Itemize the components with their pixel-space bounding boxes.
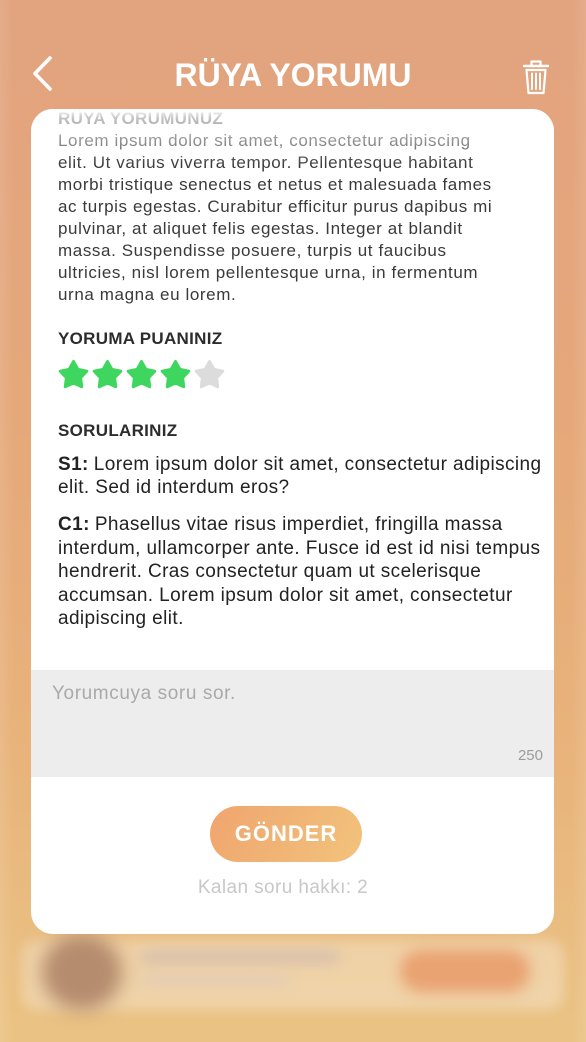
question-line: elit. Sed id interdum eros? (58, 476, 541, 499)
interpretation-line: urna magna eu lorem. (58, 285, 237, 304)
char-counter: 250 (517, 747, 543, 764)
interpretation-line: morbi tristique senectus et netus et mal… (58, 175, 492, 194)
interpretation-line: ultricies, nisl lorem pellentesque urna,… (58, 263, 479, 282)
rating-star (58, 359, 89, 390)
remaining-questions-text: Kalan soru hakkı: 2 (197, 877, 369, 898)
send-button[interactable]: GÖNDER (210, 806, 362, 862)
rating-star (194, 359, 225, 390)
background-edge (572, 0, 586, 1042)
interpretation-text: Lorem ipsum dolor sit amet, consectetur … (58, 130, 492, 306)
blurred-text (140, 974, 290, 986)
question-item: S1: Lorem ipsum dolor sit amet, consectet… (58, 453, 541, 499)
questions-heading: SORULARINIZ (58, 421, 178, 440)
answer-text: interdum, ullamcorper ante. Fusce id est… (58, 537, 541, 559)
interpretation-line: Lorem ipsum dolor sit amet, consectetur … (58, 131, 471, 150)
answer-line: adipiscing elit. (58, 607, 540, 631)
rating-star (126, 359, 157, 390)
blurred-background-item (22, 940, 564, 1010)
answer-text: accumsan. Lorem ipsum dolor sit amet, co… (58, 584, 513, 606)
answer-text: Phasellus vitae risus imperdiet, fringil… (94, 514, 503, 535)
question-text: Lorem ipsum dolor sit amet, consectetur … (93, 454, 542, 475)
star-icon (92, 359, 123, 389)
rating-stars (58, 359, 228, 390)
trash-icon (522, 60, 550, 95)
answer-text: hendrerit. Cras consectetur quam ut scel… (58, 561, 482, 582)
interpretation-line: elit. Ut varius viverra tempor. Pellente… (58, 153, 474, 172)
blurred-avatar (42, 934, 122, 1010)
answer-label: C1: (58, 514, 90, 535)
star-icon (58, 359, 89, 389)
interpretation-line: ac turpis egestas. Curabitur efficitur p… (58, 197, 493, 216)
page-title: RÜYA YORUMU (174, 57, 412, 93)
ask-question-input[interactable] (52, 683, 532, 749)
star-icon (194, 359, 225, 389)
answer-line: C1: Phasellus vitae risus imperdiet, frin… (58, 513, 540, 537)
answer-line: accumsan. Lorem ipsum dolor sit amet, co… (58, 584, 540, 608)
delete-button[interactable] (521, 58, 551, 96)
rating-heading: YORUMA PUANINIZ (58, 329, 223, 348)
question-label: S1: (58, 454, 89, 475)
blurred-button (400, 950, 530, 992)
star-icon (126, 359, 157, 389)
blurred-text (140, 950, 340, 964)
interpretation-line: pulvinar, at aliquet felis egestas. Inte… (58, 219, 463, 238)
answer-line: hendrerit. Cras consectetur quam ut scel… (58, 560, 540, 584)
ask-question-box: 250 (31, 670, 554, 777)
interpretation-line: massa. Suspendisse posuere, turpis ut fa… (58, 241, 447, 260)
question-text: elit. Sed id interdum eros? (58, 477, 290, 498)
star-icon (160, 359, 191, 389)
background-edge (0, 0, 14, 1042)
answer-item: C1: Phasellus vitae risus imperdiet, frin… (58, 513, 540, 631)
interpretation-scroll-area[interactable]: RÜYA YORUMUNUZ Lorem ipsum dolor sit ame… (31, 109, 554, 670)
answer-text: adipiscing elit. (58, 608, 184, 629)
rating-star (92, 359, 123, 390)
answer-line: interdum, ullamcorper ante. Fusce id est… (58, 537, 540, 561)
interpretation-card: RÜYA YORUMUNUZ Lorem ipsum dolor sit ame… (31, 109, 554, 934)
rating-star (160, 359, 191, 390)
question-line: S1: Lorem ipsum dolor sit amet, consectet… (58, 453, 541, 476)
interpretation-heading: RÜYA YORUMUNUZ (58, 109, 224, 128)
